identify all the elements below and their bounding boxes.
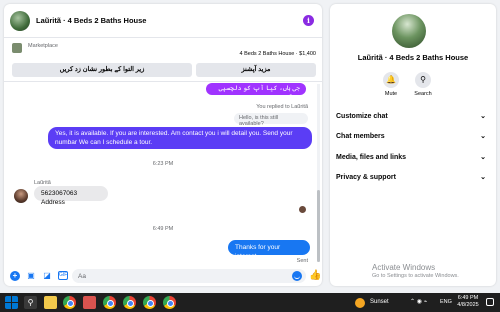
message-input[interactable] xyxy=(72,269,306,283)
section-label: Media, files and links xyxy=(336,154,407,161)
chrome-icon[interactable] xyxy=(143,296,156,309)
search-label: Search xyxy=(414,91,432,97)
section-label: Customize chat xyxy=(336,113,388,120)
search-button[interactable]: ⚲ Search xyxy=(408,72,438,97)
weather-icon[interactable] xyxy=(355,298,365,308)
outgoing-message[interactable]: Yes, it is available. If you are interes… xyxy=(48,127,312,149)
search-icon: ⚲ xyxy=(415,72,431,88)
reply-quote[interactable]: Hello, is this still available? xyxy=(234,113,308,127)
chat-panel: Laũritã · 4 Beds 2 Baths House i Marketp… xyxy=(4,4,322,286)
chrome-icon[interactable] xyxy=(103,296,116,309)
search-icon[interactable]: ⚲ xyxy=(24,296,37,309)
app-icon[interactable] xyxy=(83,296,96,309)
contact-avatar[interactable] xyxy=(10,11,30,31)
section-media-files[interactable]: Media, files and links ⌄ xyxy=(336,151,486,165)
contact-avatar-large xyxy=(392,14,426,48)
activate-windows-title: Activate Windows xyxy=(372,263,436,272)
section-chat-members[interactable]: Chat members ⌄ xyxy=(336,130,486,144)
chevron-down-icon: ⌄ xyxy=(480,174,486,181)
chrome-icon[interactable] xyxy=(123,296,136,309)
mute-label: Mute xyxy=(384,91,398,97)
timestamp: 6:49 PM xyxy=(152,226,174,232)
chat-title[interactable]: Laũritã · 4 Beds 2 Baths House xyxy=(36,16,146,25)
chrome-icon[interactable] xyxy=(63,296,76,309)
section-label: Privacy & support xyxy=(336,174,396,181)
scrollbar-thumb[interactable] xyxy=(317,190,320,262)
system-tray-icons[interactable]: ⌃ ◉ ⌁ xyxy=(410,298,427,305)
chat-info-panel: Laũritã · 4 Beds 2 Baths House 🔔 Mute ⚲ … xyxy=(330,4,496,286)
incoming-message[interactable]: 5623067063 Address xyxy=(34,186,108,206)
message-list: جی ہاں، کیا آپ کو دلچسپی ہے؟ You replied… xyxy=(4,82,322,264)
weather-label[interactable]: Sunset xyxy=(370,299,389,305)
listing-title[interactable]: 4 Beds 2 Baths House · $1,400 xyxy=(240,51,316,57)
timestamp: 6:23 PM xyxy=(152,161,174,167)
bell-icon: 🔔 xyxy=(383,72,399,88)
gif-icon[interactable]: GIF xyxy=(58,271,68,280)
mute-button[interactable]: 🔔 Mute xyxy=(376,72,406,97)
listing-thumbnail[interactable] xyxy=(12,43,22,53)
taskbar: ⚲ Sunset ⌃ ◉ ⌁ ENG 6:49 PM 4/8/2025 xyxy=(0,293,500,312)
clock[interactable]: 6:49 PM 4/8/2025 xyxy=(456,295,480,309)
composer: + ▣ ◪ GIF 👍 xyxy=(4,266,322,286)
section-customize-chat[interactable]: Customize chat ⌄ xyxy=(336,110,486,124)
marketplace-label: Marketplace xyxy=(28,43,58,49)
section-label: Chat members xyxy=(336,133,385,140)
marketplace-bar: Marketplace 4 Beds 2 Baths House · $1,40… xyxy=(4,38,322,82)
info-icon[interactable]: i xyxy=(303,15,314,26)
section-privacy-support[interactable]: Privacy & support ⌄ xyxy=(336,171,486,185)
contact-name: Laũritã · 4 Beds 2 Baths House xyxy=(357,53,469,62)
reply-note: You replied to Laũritã xyxy=(256,104,308,110)
chevron-down-icon: ⌄ xyxy=(480,113,486,120)
plus-icon[interactable]: + xyxy=(10,271,20,281)
more-options-button[interactable]: مزید آپشنز xyxy=(196,63,316,77)
windows-start-icon[interactable] xyxy=(5,296,18,309)
language-indicator[interactable]: ENG xyxy=(440,299,452,305)
emoji-icon[interactable] xyxy=(292,271,302,281)
chat-header: Laũritã · 4 Beds 2 Baths House i xyxy=(4,4,322,38)
file-explorer-icon[interactable] xyxy=(44,296,57,309)
thumbs-up-icon[interactable]: 👍 xyxy=(309,270,321,281)
chevron-down-icon: ⌄ xyxy=(480,154,486,161)
clock-date: 4/8/2025 xyxy=(457,302,479,308)
clock-time: 6:49 PM xyxy=(457,295,479,301)
notification-icon[interactable] xyxy=(486,298,494,306)
photo-icon[interactable]: ▣ xyxy=(26,271,36,281)
sticker-icon[interactable]: ◪ xyxy=(42,271,52,281)
outgoing-message[interactable]: جی ہاں، کیا آپ کو دلچسپی ہے؟ xyxy=(206,83,306,101)
chrome-icon[interactable] xyxy=(163,296,176,309)
mark-pending-button[interactable]: زیر التوا کے بطور نشان زد کریں xyxy=(12,63,192,77)
sender-avatar[interactable] xyxy=(14,189,28,203)
sent-status: Sent xyxy=(296,258,308,264)
outgoing-message[interactable]: Thanks for your interest xyxy=(228,240,310,260)
seen-indicator-avatar xyxy=(299,206,306,213)
chevron-down-icon: ⌄ xyxy=(480,133,486,140)
activate-windows-subtitle: Go to Settings to activate Windows. xyxy=(372,273,459,279)
